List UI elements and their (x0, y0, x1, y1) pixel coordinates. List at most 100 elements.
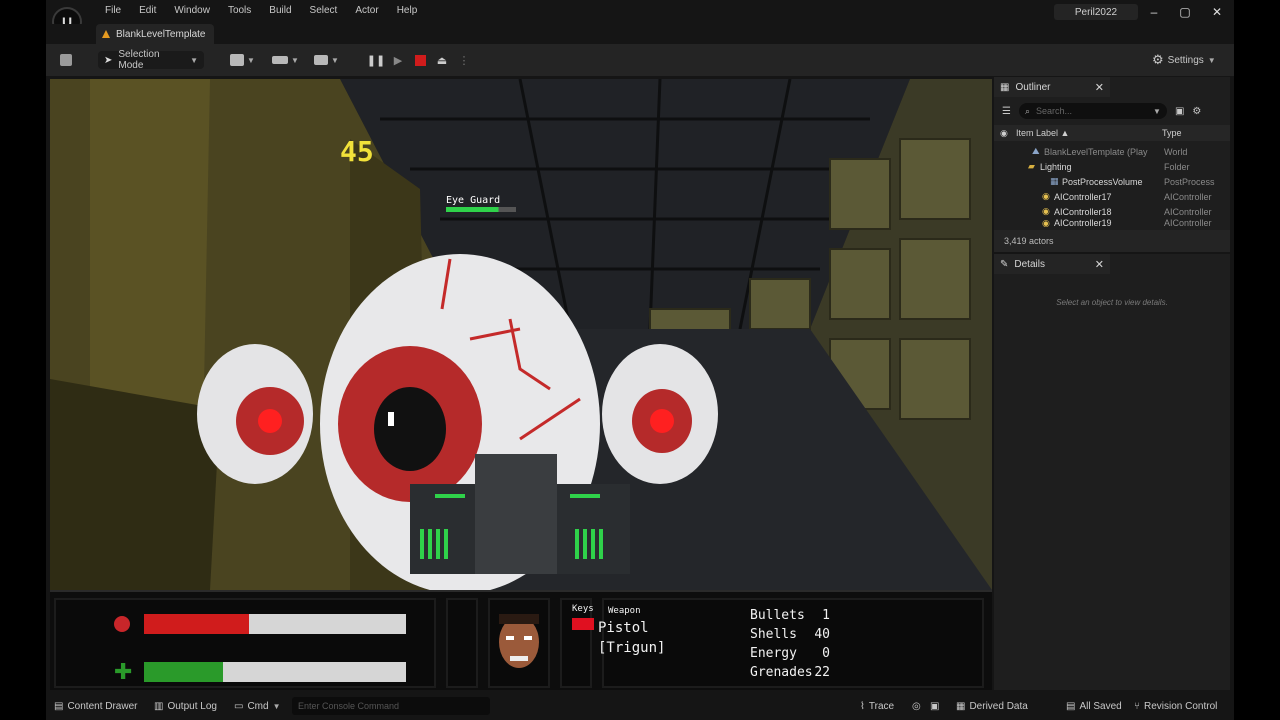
outliner-tab-label: Outliner (1015, 81, 1051, 93)
outliner-header: ◉ Item Label ▲ Type (994, 125, 1230, 141)
ammo-count: 22 (814, 665, 830, 680)
outliner-row[interactable]: ◉ AIController18 AIController (994, 204, 1230, 219)
ammo-type-label: Grenades (750, 665, 813, 680)
eject-icon[interactable]: ⏏ (434, 52, 450, 68)
unreal-editor-window: U File Edit Window Tools Build Select Actor Hel… (46, 0, 1234, 720)
menu-item-edit[interactable]: Edit (130, 4, 165, 18)
folder-icon: ▰ (1028, 161, 1035, 171)
hud-slot-empty (446, 598, 478, 688)
cmd-label: Cmd (247, 700, 269, 712)
add-actor-button[interactable]: ▼ (230, 51, 255, 69)
outliner-row[interactable]: ▰ Lighting Folder (994, 159, 1230, 174)
pause-icon[interactable]: ❚❚ (367, 52, 385, 68)
controller-icon: ◉ (1042, 206, 1050, 216)
health-bar (144, 662, 406, 682)
outliner-row-label: BlankLevelTemplate (Play (1044, 146, 1148, 157)
cinematics-button[interactable]: ▼ (314, 51, 339, 69)
actor-icon: ▦ (1050, 176, 1059, 186)
game-hud: ✚ Keys Weapon Pistol [Trigun] Bullets 1 Sh… (50, 590, 992, 690)
menu-item-window[interactable]: Window (165, 4, 219, 18)
game-viewport[interactable]: 45 Eye Guard (50, 79, 992, 590)
document-tab-row: BlankLevelTemplate (46, 24, 1234, 44)
ammo-count: 0 (822, 646, 830, 661)
save-icon[interactable] (60, 51, 74, 69)
gear-icon[interactable]: ⚙ (1192, 106, 1201, 117)
actor-icon: ⛰ (1032, 146, 1040, 156)
weapon-label: Weapon (608, 606, 641, 616)
project-name-badge[interactable]: Peril2022 (1054, 4, 1138, 20)
more-options-icon[interactable]: ⋮ (456, 52, 472, 68)
derived-data-button[interactable]: ▦ Derived Data (956, 699, 1028, 713)
close-tab-icon[interactable]: ✕ (1095, 81, 1104, 94)
close-window-icon[interactable]: ✕ (1209, 4, 1225, 20)
column-item-label[interactable]: Item Label ▲ (1016, 128, 1069, 138)
menu-item-help[interactable]: Help (388, 4, 427, 18)
red-key-icon (572, 618, 594, 630)
details-tab[interactable]: ✎ Details ✕ (994, 254, 1110, 274)
health-cross-icon: ✚ (114, 659, 133, 684)
menu-item-select[interactable]: Select (301, 4, 347, 18)
outliner-row-label: PostProcessVolume (1062, 176, 1143, 187)
revision-control-icon: ⑂ (1134, 700, 1140, 712)
title-bar: U File Edit Window Tools Build Select Actor Hel… (46, 0, 1234, 37)
console-command-input[interactable]: Enter Console Command (292, 697, 490, 715)
filter-icon[interactable]: ☰ (1002, 106, 1011, 117)
weapon-panel: Weapon Pistol [Trigun] Bullets 1 Shells 40 E… (598, 598, 984, 688)
revision-control-button[interactable]: ⑂ Revision Control (1134, 699, 1217, 713)
chevron-down-icon: ▼ (1207, 55, 1216, 65)
weapon-subname: [Trigun] (598, 640, 666, 656)
revision-control-label: Revision Control (1144, 700, 1218, 712)
outliner-row[interactable]: ⛰ BlankLevelTemplate (Play World (994, 144, 1230, 159)
armor-icon (114, 616, 130, 632)
outliner-search-input[interactable]: ⌕ Search... ▼ (1018, 103, 1167, 119)
visibility-eye-icon[interactable]: ◉ (1000, 128, 1008, 139)
content-drawer-button[interactable]: ▤ Content Drawer (54, 699, 137, 713)
clapper-icon (314, 55, 328, 65)
ammo-count: 40 (814, 627, 830, 642)
actor-count: 3,419 actors (994, 230, 1230, 252)
content-drawer-label: Content Drawer (67, 700, 138, 712)
trace-button[interactable]: ⌇ Trace (860, 699, 894, 713)
add-folder-icon[interactable]: ▣ (1175, 106, 1184, 117)
close-tab-icon[interactable]: ✕ (1095, 258, 1104, 271)
selection-mode-dropdown[interactable]: ➤ Selection Mode ▼ (98, 49, 204, 71)
weapon-name: Pistol (598, 620, 649, 636)
maximize-icon[interactable]: ▢ (1177, 4, 1193, 20)
camera-icon[interactable]: ▣ (930, 699, 939, 713)
chevron-down-icon: ▼ (190, 55, 198, 65)
chevron-down-icon: ▼ (1153, 106, 1161, 116)
search-placeholder: Search... (1036, 106, 1073, 116)
saved-icon: ▤ (1066, 700, 1076, 712)
main-toolbar: ➤ Selection Mode ▼ ▼ ▼ ▼ ❚❚ ▶ ⏏ ⋮ ⚙ Sett… (46, 44, 1234, 76)
blueprints-button[interactable]: ▼ (272, 51, 299, 69)
outliner-row[interactable]: ▦ PostProcessVolume PostProcess (994, 174, 1230, 189)
ammo-count: 1 (822, 608, 830, 623)
stop-icon[interactable] (412, 52, 428, 68)
outliner-row-type: PostProcess (1164, 176, 1215, 187)
minimize-icon[interactable]: – (1146, 4, 1162, 20)
menu-item-file[interactable]: File (96, 4, 130, 18)
outliner-tab[interactable]: ▦ Outliner ✕ (994, 77, 1110, 97)
player-face-icon (499, 614, 539, 668)
outliner-row[interactable]: ◉ AIController19 AIController (994, 219, 1230, 227)
vitals-panel: ✚ (54, 598, 436, 688)
record-icon[interactable]: ◎ (912, 699, 921, 713)
outliner-row[interactable]: ◉ AIController17 AIController (994, 189, 1230, 204)
menu-bar: File Edit Window Tools Build Select Actor Help (96, 4, 426, 18)
all-saved-button[interactable]: ▤ All Saved (1066, 699, 1122, 713)
menu-item-build[interactable]: Build (260, 4, 300, 18)
level-tab[interactable]: BlankLevelTemplate (96, 24, 214, 44)
details-panel: ✎ Details ✕ Select an object to view det… (994, 254, 1230, 690)
menu-item-tools[interactable]: Tools (219, 4, 260, 18)
menu-item-actor[interactable]: Actor (346, 4, 387, 18)
details-empty-message: Select an object to view details. (1056, 298, 1168, 307)
trace-label: Trace (868, 700, 895, 712)
settings-button[interactable]: ⚙ Settings ▼ (1152, 51, 1216, 69)
outliner-row-type: World (1164, 146, 1188, 157)
cmd-dropdown[interactable]: ▭ Cmd ▼ (234, 699, 281, 713)
output-log-button[interactable]: ▥ Output Log (154, 699, 217, 713)
step-frame-icon[interactable]: ▶ (390, 52, 406, 68)
ammo-type-label: Shells (750, 627, 797, 642)
column-type[interactable]: Type (1162, 128, 1182, 138)
derived-data-label: Derived Data (969, 700, 1028, 712)
